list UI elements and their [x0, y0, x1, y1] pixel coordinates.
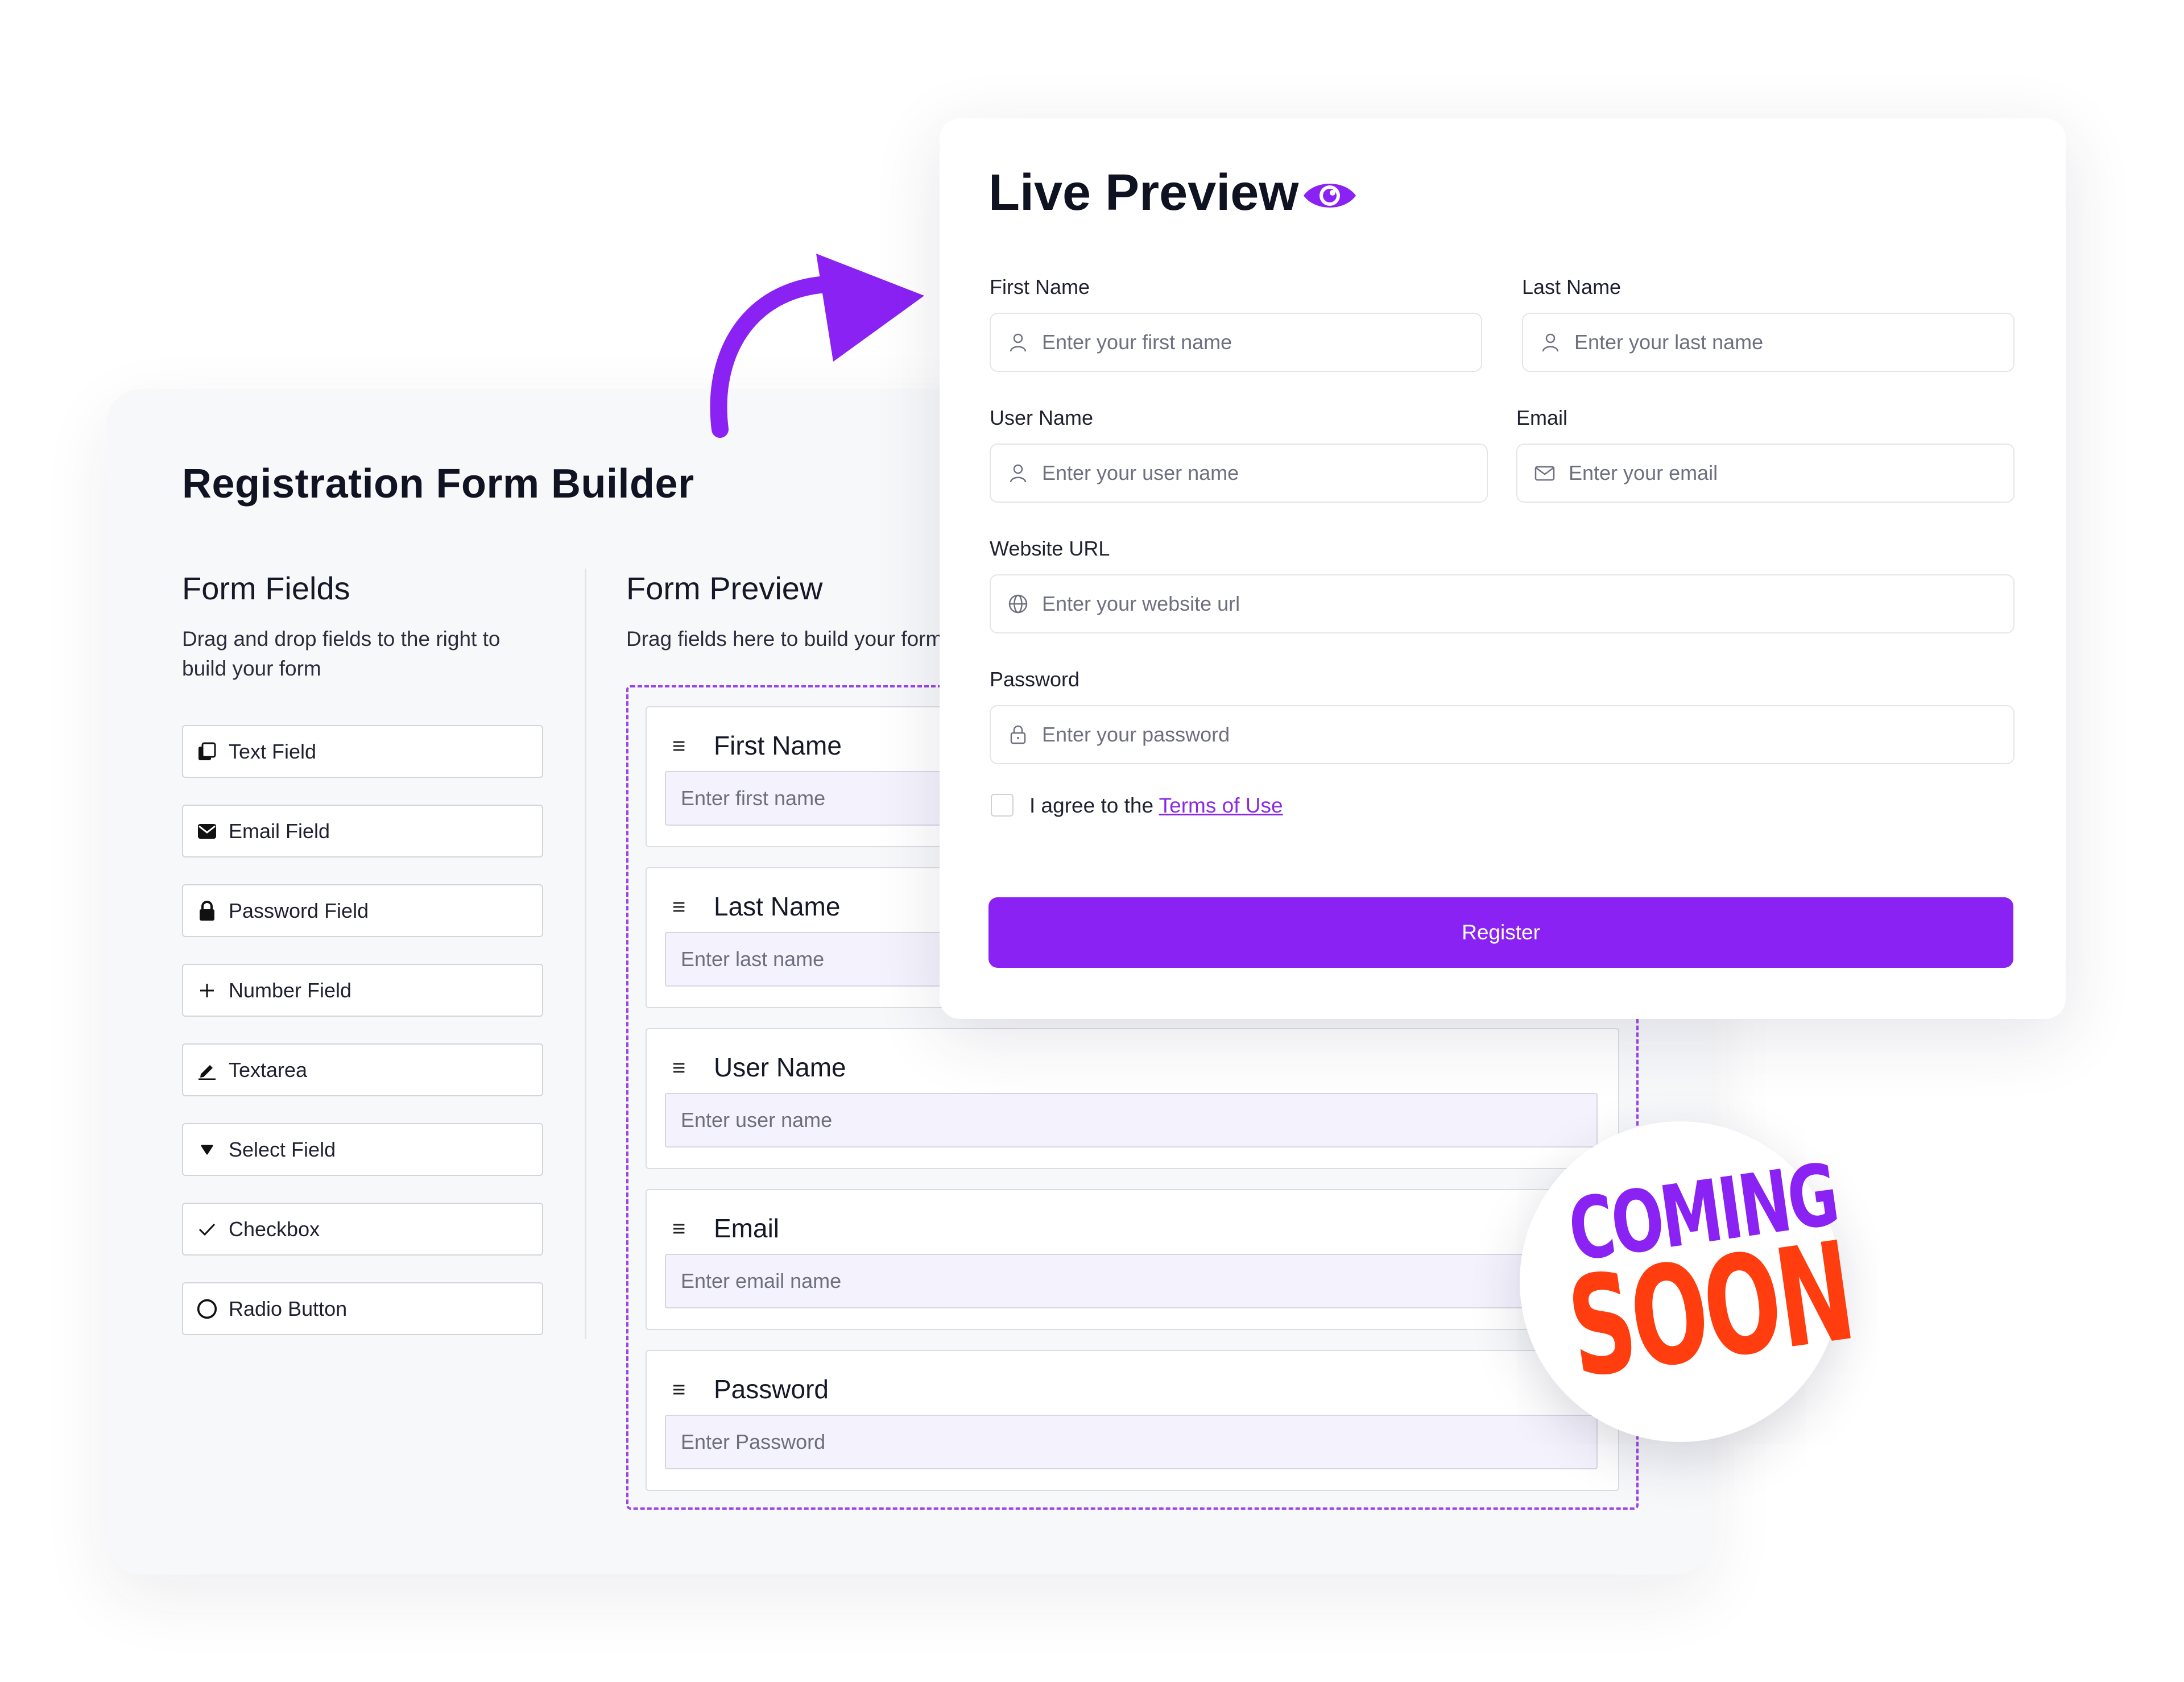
website-url-label: Website URL [990, 537, 1110, 560]
select-field-label: Select Field [229, 1137, 336, 1161]
text-field-label: Text Field [229, 739, 317, 763]
radio-button-button[interactable]: Radio Button [182, 1282, 543, 1335]
select-field-button[interactable]: Select Field [182, 1123, 543, 1176]
email-label: Email [1516, 406, 1568, 429]
user-name-label: User Name [990, 406, 1094, 429]
globe-icon [1008, 594, 1028, 614]
checkbox-label: Checkbox [229, 1217, 320, 1241]
eye-icon [1304, 184, 1356, 208]
preview-field-input[interactable]: Enter email name [665, 1254, 1598, 1308]
last-name-label: Last Name [1522, 275, 1622, 299]
caret-icon [197, 1140, 217, 1160]
first-name-input[interactable]: Enter your first name [990, 313, 1482, 372]
live-preview-card [940, 118, 2066, 1019]
lock-icon [1010, 725, 1026, 744]
live-preview-title: Live Preview [988, 164, 1299, 221]
form-preview-title: Form Preview [626, 570, 823, 606]
preview-field-label: Last Name [714, 892, 841, 921]
user-icon [1542, 333, 1559, 352]
lock-icon [197, 900, 217, 921]
preview-field-card[interactable]: ≡ User Name Enter user name [646, 1028, 1619, 1169]
checkbox-button[interactable]: Checkbox [182, 1203, 543, 1256]
password-field-button[interactable]: Password Field [182, 884, 543, 937]
drag-handle-icon[interactable]: ≡ [672, 1216, 685, 1242]
email-field-button[interactable]: Email Field [182, 805, 543, 857]
password-placeholder: Enter your password [1042, 723, 1230, 746]
first-name-label: First Name [990, 275, 1090, 299]
user-name-input[interactable]: Enter your user name [990, 444, 1488, 503]
preview-field-label: User Name [714, 1053, 846, 1082]
password-input[interactable]: Enter your password [990, 705, 2015, 764]
form-fields-title: Form Fields [182, 570, 350, 606]
last-name-placeholder: Enter your last name [1574, 330, 1764, 354]
first-name-placeholder: Enter your first name [1042, 330, 1232, 354]
envelope-icon [1534, 466, 1555, 481]
drag-handle-icon[interactable]: ≡ [672, 1377, 685, 1403]
website-url-placeholder: Enter your website url [1042, 592, 1240, 615]
email-placeholder: Enter your email [1569, 461, 1718, 484]
last-name-input[interactable]: Enter your last name [1522, 313, 2015, 372]
textarea-button[interactable]: Textarea [182, 1043, 543, 1096]
user-icon [1010, 333, 1027, 352]
curved-arrow-icon [710, 254, 924, 438]
terms-of-use-link[interactable]: Terms of Use [1159, 794, 1283, 817]
password-field-label: Password Field [229, 898, 369, 922]
number-field-label: Number Field [229, 978, 352, 1002]
divider [585, 569, 586, 1339]
terms-checkbox[interactable] [991, 794, 1014, 817]
preview-field-input[interactable]: Enter user name [665, 1093, 1598, 1147]
pencil-icon [197, 1060, 217, 1080]
form-fields-description: Drag and drop fields to the right to bui… [182, 627, 500, 680]
form-preview-description: Drag fields here to build your form [626, 627, 944, 651]
website-url-input[interactable]: Enter your website url [990, 574, 2015, 633]
register-button[interactable]: Register [988, 897, 2013, 968]
email-field-label: Email Field [229, 819, 330, 843]
preview-field-label: First Name [714, 731, 842, 760]
preview-field-card[interactable]: ≡ Password Enter Password [646, 1350, 1619, 1491]
drag-handle-icon[interactable]: ≡ [672, 734, 685, 759]
user-name-placeholder: Enter your user name [1042, 461, 1239, 484]
preview-field-input[interactable]: Enter Password [665, 1415, 1598, 1469]
preview-field-label: Password [714, 1374, 829, 1404]
plus-icon [197, 980, 217, 1001]
textarea-label: Textarea [229, 1058, 308, 1082]
radio-button-label: Radio Button [229, 1296, 348, 1320]
drag-handle-icon[interactable]: ≡ [672, 894, 685, 920]
copy-icon [197, 741, 217, 762]
email-input[interactable]: Enter your email [1516, 444, 2015, 503]
preview-field-card[interactable]: ≡ Email Enter email name [646, 1189, 1619, 1330]
check-icon [197, 1219, 217, 1240]
preview-field-label: Email [714, 1213, 780, 1243]
terms-agreement: I agree to the Terms of Use [1029, 794, 1283, 818]
envelope-icon [197, 821, 217, 842]
text-field-button[interactable]: Text Field [182, 725, 543, 778]
user-icon [1010, 464, 1027, 483]
agree-text: I agree to the [1029, 794, 1159, 817]
number-field-button[interactable]: Number Field [182, 964, 543, 1017]
circle-icon [197, 1299, 217, 1319]
password-label: Password [990, 668, 1080, 691]
drag-handle-icon[interactable]: ≡ [672, 1055, 685, 1081]
builder-title: Registration Form Builder [182, 461, 694, 507]
